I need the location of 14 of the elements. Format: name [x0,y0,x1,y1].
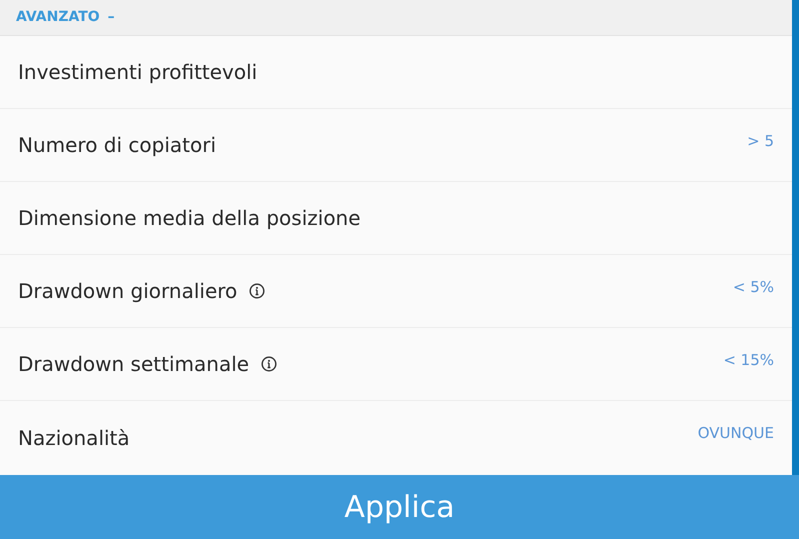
filter-label: Dimensione media della posizione [18,205,361,232]
filter-label: Drawdown settimanale [18,351,250,378]
filter-label: Nazionalità [18,424,130,452]
filter-label: Investimenti profittevoli [18,59,258,86]
section-title: AVANZATO [16,8,100,27]
info-icon [249,283,266,299]
filter-value: < 5% [732,276,774,298]
filter-label: Numero di copiatori [18,132,216,159]
filter-value: OVUNQUE [698,423,774,444]
filter-value: > 5 [747,130,774,152]
filter-value: < 15% [723,350,774,371]
scrollbar[interactable] [792,0,799,475]
info-icon [261,356,278,372]
filter-label: Drawdown giornaliero [18,278,238,305]
